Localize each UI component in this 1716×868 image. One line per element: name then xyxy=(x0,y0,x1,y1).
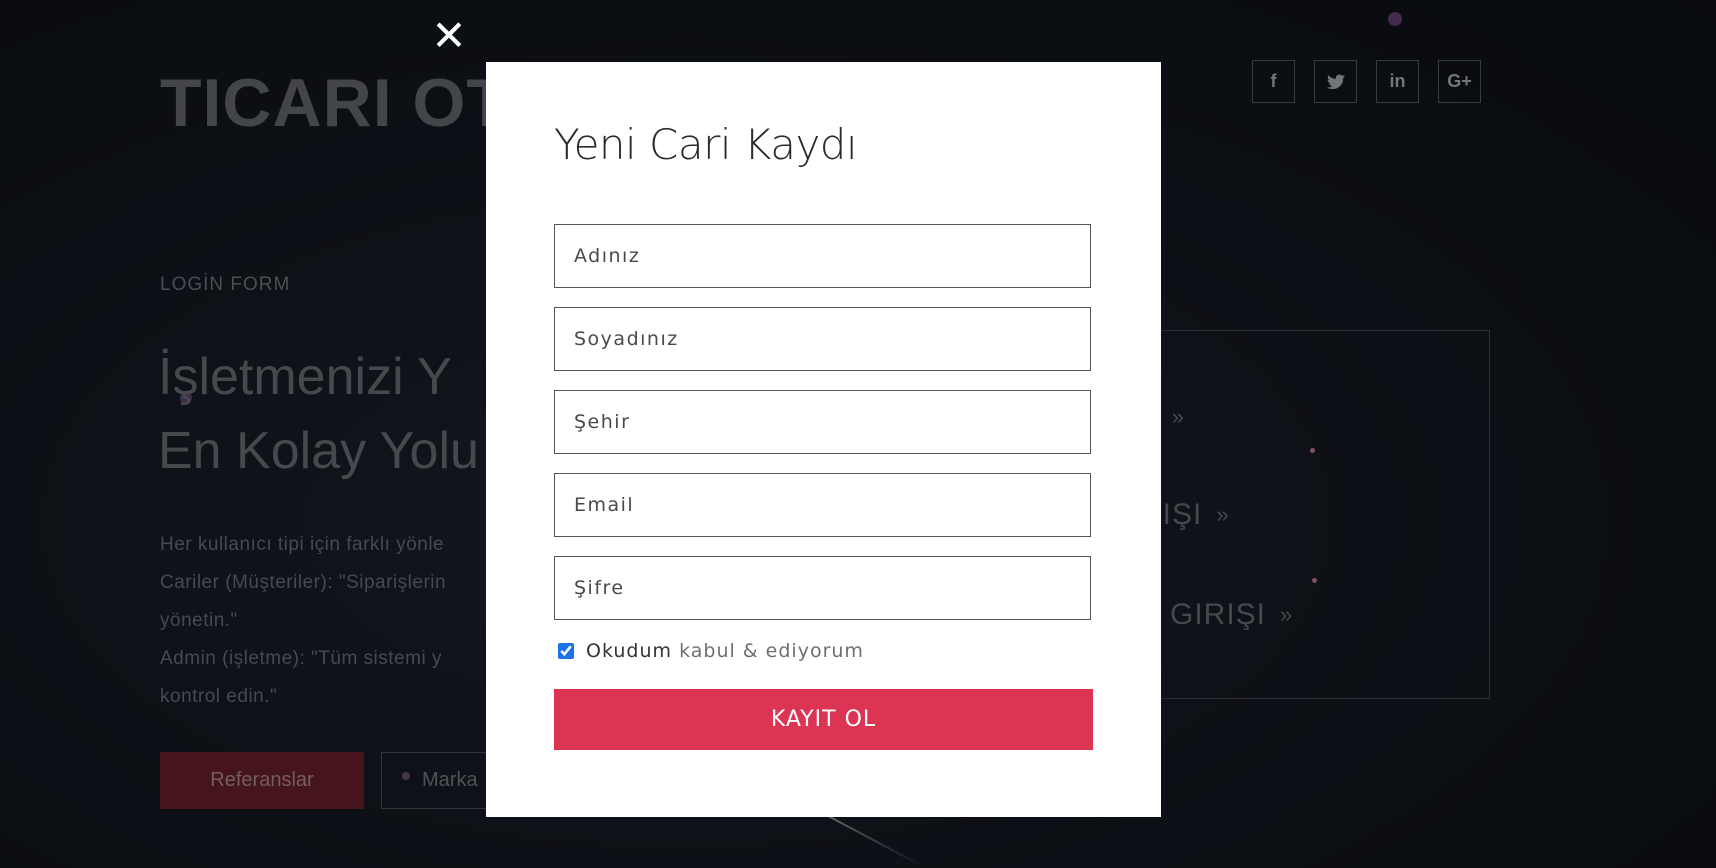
city-field[interactable] xyxy=(554,390,1091,454)
terms-label-muted[interactable]: kabul & ediyorum xyxy=(679,640,864,662)
last-name-field[interactable] xyxy=(554,307,1091,371)
terms-checkbox[interactable] xyxy=(558,643,574,659)
terms-agree[interactable]: Okudum kabul & ediyorum xyxy=(558,640,864,662)
first-name-field[interactable] xyxy=(554,224,1091,288)
first-name-input[interactable] xyxy=(555,225,1090,287)
password-input[interactable] xyxy=(555,557,1090,619)
register-modal: Yeni Cari Kaydı Okudum kabul & ediyorum … xyxy=(486,62,1161,817)
modal-title: Yeni Cari Kaydı xyxy=(554,120,858,169)
close-icon[interactable]: ✕ xyxy=(431,15,467,57)
email-input[interactable] xyxy=(555,474,1090,536)
password-field[interactable] xyxy=(554,556,1091,620)
register-button[interactable]: KAYIT OL xyxy=(554,689,1093,750)
email-field[interactable] xyxy=(554,473,1091,537)
city-input[interactable] xyxy=(555,391,1090,453)
last-name-input[interactable] xyxy=(555,308,1090,370)
terms-label-dark: Okudum xyxy=(586,640,673,662)
